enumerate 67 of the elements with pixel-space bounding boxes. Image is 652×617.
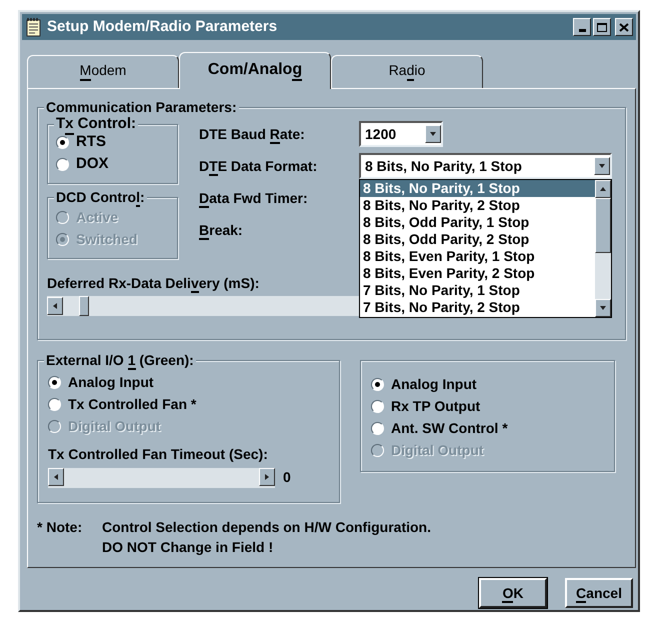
dialog-button[interactable]: OK bbox=[479, 578, 547, 608]
list-item[interactable]: 8 Bits, Odd Parity, 2 Stop bbox=[360, 231, 595, 248]
group-title: Tx Control: bbox=[54, 115, 138, 134]
dropdown-field[interactable]: 8 Bits, No Parity, 1 Stop bbox=[359, 153, 612, 179]
list-item[interactable]: 8 Bits, No Parity, 1 Stop bbox=[360, 180, 595, 197]
radio-button[interactable] bbox=[56, 158, 69, 170]
dialog-button[interactable]: Cancel bbox=[565, 578, 633, 608]
scroll-right-button[interactable] bbox=[259, 468, 275, 486]
list-item[interactable]: 8 Bits, Even Parity, 2 Stop bbox=[360, 265, 595, 282]
field-value: 1200 bbox=[365, 124, 398, 144]
maximize-button[interactable] bbox=[593, 18, 611, 36]
left-arrow-icon bbox=[52, 472, 60, 480]
scroll-left-button[interactable] bbox=[47, 297, 63, 315]
minimize-button[interactable] bbox=[573, 18, 591, 36]
tab[interactable]: Radio bbox=[331, 55, 483, 88]
down-arrow-icon bbox=[429, 130, 437, 138]
dropdown-button[interactable] bbox=[594, 157, 610, 175]
radio-button[interactable] bbox=[48, 376, 61, 388]
note-text: DO NOT Change in Field ! bbox=[102, 538, 274, 557]
scroll-down-button[interactable] bbox=[595, 299, 611, 317]
slider-label: Deferred Rx-Data Delivery (mS): bbox=[47, 273, 260, 294]
left-arrow-icon bbox=[51, 302, 59, 310]
scroll-left-button[interactable] bbox=[48, 468, 64, 486]
maximize-icon bbox=[597, 22, 607, 32]
list-item[interactable]: 8 Bits, Odd Parity, 1 Stop bbox=[360, 214, 595, 231]
note-text: Control Selection depends on H/W Configuration. bbox=[102, 518, 431, 537]
radio-button[interactable] bbox=[371, 422, 384, 434]
close-icon bbox=[619, 22, 629, 32]
dropdown-field[interactable]: 1200 bbox=[359, 121, 443, 147]
radio-option[interactable]: Ant. SW Control * bbox=[371, 417, 508, 439]
notepad-icon bbox=[25, 17, 43, 37]
radio-option[interactable]: Rx TP Output bbox=[371, 395, 480, 417]
list-item[interactable]: 7 Bits, No Parity, 1 Stop bbox=[360, 282, 595, 299]
close-button[interactable] bbox=[615, 18, 633, 36]
radio-button[interactable] bbox=[371, 378, 384, 390]
slider-track[interactable] bbox=[48, 468, 275, 488]
tab[interactable]: Modem bbox=[27, 55, 179, 88]
radio-option[interactable]: Analog Input bbox=[48, 371, 154, 393]
scrollbar[interactable] bbox=[595, 180, 611, 317]
field-label: DTE Baud Rate: bbox=[199, 124, 359, 144]
down-arrow-icon bbox=[598, 162, 606, 170]
slider-label: Tx Controlled Fan Timeout (Sec): bbox=[48, 445, 269, 464]
scroll-up-button[interactable] bbox=[595, 180, 611, 198]
radio-option[interactable]: Analog Input bbox=[371, 373, 477, 395]
right-arrow-icon bbox=[263, 472, 271, 480]
tab[interactable]: Com/Analog bbox=[179, 52, 331, 89]
radio-option[interactable]: DOX bbox=[56, 153, 109, 175]
down-arrow-icon bbox=[599, 304, 607, 312]
field-label: Data Fwd Timer: bbox=[199, 188, 359, 208]
radio-option[interactable]: Tx Controlled Fan * bbox=[48, 393, 196, 415]
list-item[interactable]: 8 Bits, Even Parity, 1 Stop bbox=[360, 248, 595, 265]
scroll-thumb[interactable] bbox=[595, 198, 611, 253]
dropdown-button[interactable] bbox=[425, 125, 441, 143]
radio-button[interactable] bbox=[371, 400, 384, 412]
slider-value: 0 bbox=[283, 468, 291, 487]
up-arrow-icon bbox=[599, 185, 607, 193]
minimize-icon bbox=[578, 29, 586, 32]
radio-button[interactable] bbox=[48, 398, 61, 410]
radio-button[interactable] bbox=[56, 136, 69, 148]
list-item[interactable]: 7 Bits, No Parity, 2 Stop bbox=[360, 299, 595, 316]
field-label: Break: bbox=[199, 220, 359, 240]
slider-thumb[interactable] bbox=[79, 296, 90, 316]
list-item[interactable]: 8 Bits, No Parity, 2 Stop bbox=[360, 197, 595, 214]
field-value: 8 Bits, No Parity, 1 Stop bbox=[365, 156, 523, 176]
field-label: DTE Data Format: bbox=[199, 156, 359, 176]
note-marker: * Note: bbox=[37, 518, 84, 537]
window-title: Setup Modem/Radio Parameters bbox=[47, 16, 278, 37]
